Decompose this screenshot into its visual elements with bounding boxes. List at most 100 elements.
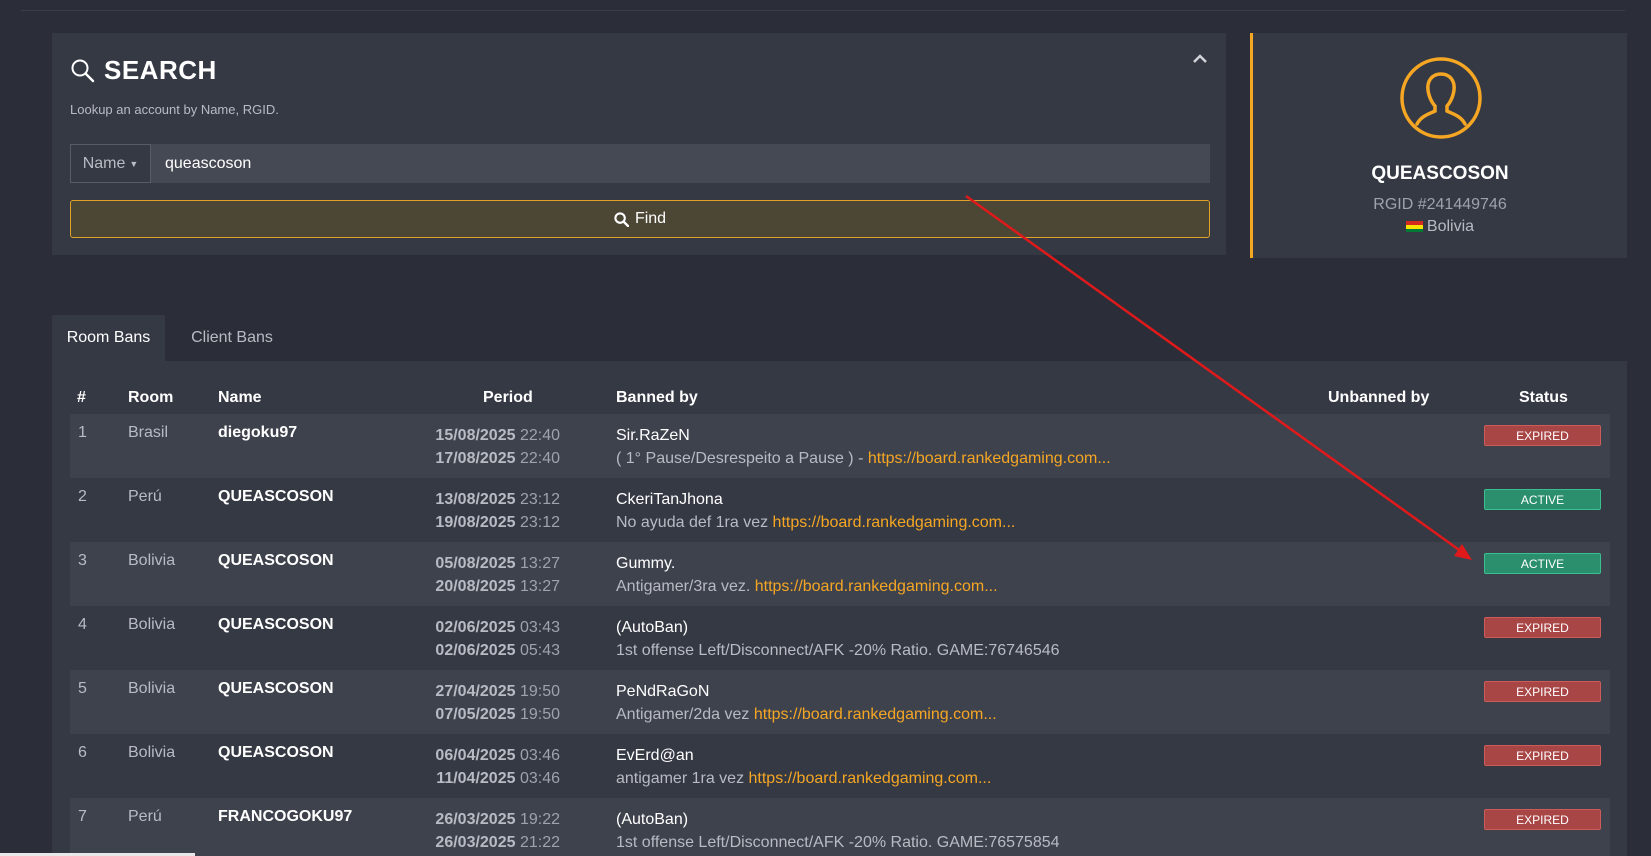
col-status: Status: [1519, 389, 1568, 406]
user-avatar-icon: [1400, 57, 1482, 139]
period-start-date: 15/08/2025: [435, 427, 516, 444]
profile-name: QUEASCOSON: [1371, 163, 1509, 184]
col-unbanned-by: Unbanned by: [1328, 389, 1430, 406]
col-period: Period: [483, 389, 533, 406]
period-start-time: 03:46: [519, 747, 560, 764]
find-label: Find: [634, 210, 667, 227]
period-start-date: 27/04/2025: [435, 683, 516, 700]
bans-table: # Room Name Period Banned by Unbanned by…: [52, 361, 1627, 856]
period-start-date: 05/08/2025: [435, 555, 516, 572]
ban-reason-link[interactable]: https://board.rankedgaming.com...: [755, 578, 998, 595]
ban-reason-link[interactable]: https://board.rankedgaming.com...: [754, 706, 997, 723]
ban-reason: No ayuda def 1ra vez: [616, 514, 773, 531]
search-type-dropdown[interactable]: Name ▼: [70, 144, 151, 183]
row-banned-by: PeNdRaGoN Antigamer/2da vez https://boar…: [616, 680, 997, 726]
search-row: Name ▼: [70, 144, 1210, 183]
search-type-label: Name: [82, 154, 126, 172]
bolivia-flag-icon: [1405, 221, 1423, 233]
ban-reason: 1st offense Left/Disconnect/AFK -20% Rat…: [616, 834, 1060, 851]
table-header: # Room Name Period Banned by Unbanned by…: [52, 384, 1627, 414]
search-icon: [614, 211, 629, 227]
profile-country: Bolivia: [1253, 218, 1627, 236]
top-divider: [21, 10, 1625, 11]
status-badge: ACTIVE: [1484, 489, 1601, 510]
ban-reason-link[interactable]: https://board.rankedgaming.com...: [868, 450, 1111, 467]
table-row: 7 Perú FRANCOGOKU97 26/03/2025 19:22 26/…: [70, 798, 1610, 856]
search-heading: SEARCH: [70, 55, 217, 86]
ban-reason: Antigamer/2da vez: [616, 706, 754, 723]
period-end-date: 17/08/2025: [435, 450, 516, 467]
row-name: QUEASCOSON: [218, 616, 334, 633]
row-number: 1: [78, 424, 87, 441]
ban-reason: Antigamer/3ra vez.: [616, 578, 755, 595]
table-row: 3 Bolivia QUEASCOSON 05/08/2025 13:27 20…: [70, 542, 1610, 606]
chevron-up-icon[interactable]: [1190, 49, 1210, 69]
table-row: 4 Bolivia QUEASCOSON 02/06/2025 03:43 02…: [70, 606, 1610, 670]
banned-by-name: CkeriTanJhona: [616, 491, 723, 508]
period-start-date: 13/08/2025: [435, 491, 516, 508]
banned-by-name: EvErd@an: [616, 747, 694, 764]
caret-down-icon: ▼: [129, 158, 139, 169]
banned-by-name: Sir.RaZeN: [616, 427, 690, 444]
row-banned-by: (AutoBan) 1st offense Left/Disconnect/AF…: [616, 616, 1060, 662]
row-name: QUEASCOSON: [218, 680, 334, 697]
search-panel: SEARCH Lookup an account by Name, RGID. …: [52, 33, 1226, 255]
col-name: Name: [218, 389, 262, 406]
row-room: Bolivia: [128, 680, 176, 697]
row-number: 7: [78, 808, 87, 825]
row-number: 5: [78, 680, 87, 697]
tab-client-bans[interactable]: Client Bans: [172, 315, 292, 361]
table-row: 5 Bolivia QUEASCOSON 27/04/2025 19:50 07…: [70, 670, 1610, 734]
row-number: 2: [78, 488, 87, 505]
period-start-time: 13:27: [519, 555, 560, 572]
banned-by-name: PeNdRaGoN: [616, 683, 710, 700]
profile-rgid: RGID #241449746: [1373, 196, 1507, 213]
row-name: diegoku97: [218, 424, 298, 441]
row-period: 26/03/2025 19:22 26/03/2025 21:22: [432, 808, 560, 854]
status-badge: EXPIRED: [1484, 681, 1601, 702]
period-end-time: 03:46: [519, 770, 560, 787]
period-end-date: 02/06/2025: [435, 642, 516, 659]
banned-by-name: Gummy.: [616, 555, 676, 572]
row-number: 4: [78, 616, 87, 633]
profile-card: QUEASCOSON RGID #241449746 Bolivia: [1250, 33, 1627, 258]
period-start-time: 23:12: [519, 491, 560, 508]
ban-reason-link[interactable]: https://board.rankedgaming.com...: [749, 770, 992, 787]
table-row: 2 Perú QUEASCOSON 13/08/2025 23:12 19/08…: [70, 478, 1610, 542]
period-start-date: 02/06/2025: [435, 619, 516, 636]
row-room: Perú: [128, 488, 162, 505]
row-banned-by: EvErd@an antigamer 1ra vez https://board…: [616, 744, 991, 790]
find-button[interactable]: Find: [70, 200, 1210, 238]
period-end-date: 26/03/2025: [435, 834, 516, 851]
period-end-time: 22:40: [519, 450, 560, 467]
period-end-date: 11/04/2025: [436, 770, 516, 787]
row-name: FRANCOGOKU97: [218, 808, 353, 825]
row-period: 15/08/2025 22:40 17/08/2025 22:40: [432, 424, 560, 470]
row-period: 13/08/2025 23:12 19/08/2025 23:12: [432, 488, 560, 534]
row-banned-by: Gummy. Antigamer/3ra vez. https://board.…: [616, 552, 998, 598]
status-badge: EXPIRED: [1484, 745, 1601, 766]
search-input[interactable]: [151, 144, 1210, 183]
period-start-time: 19:50: [519, 683, 560, 700]
period-end-time: 21:22: [519, 834, 560, 851]
table-row: 6 Bolivia QUEASCOSON 06/04/2025 03:46 11…: [70, 734, 1610, 798]
period-end-time: 23:12: [519, 514, 560, 531]
row-period: 02/06/2025 03:43 02/06/2025 05:43: [432, 616, 560, 662]
period-end-time: 13:27: [519, 578, 560, 595]
ban-reason-link[interactable]: https://board.rankedgaming.com...: [773, 514, 1016, 531]
profile-country-label: Bolivia: [1426, 218, 1475, 235]
row-room: Bolivia: [128, 616, 176, 633]
status-badge: ACTIVE: [1484, 553, 1601, 574]
status-badge: EXPIRED: [1484, 809, 1601, 830]
period-end-time: 19:50: [519, 706, 560, 723]
period-end-time: 05:43: [519, 642, 560, 659]
row-number: 6: [78, 744, 87, 761]
search-title: SEARCH: [104, 55, 217, 85]
ban-reason: 1st offense Left/Disconnect/AFK -20% Rat…: [616, 642, 1060, 659]
period-start-date: 26/03/2025: [435, 811, 516, 828]
status-badge: EXPIRED: [1484, 425, 1601, 446]
tab-room-bans[interactable]: Room Bans: [52, 315, 165, 361]
row-name: QUEASCOSON: [218, 744, 334, 761]
row-banned-by: CkeriTanJhona No ayuda def 1ra vez https…: [616, 488, 1015, 534]
col-room: Room: [128, 389, 174, 406]
